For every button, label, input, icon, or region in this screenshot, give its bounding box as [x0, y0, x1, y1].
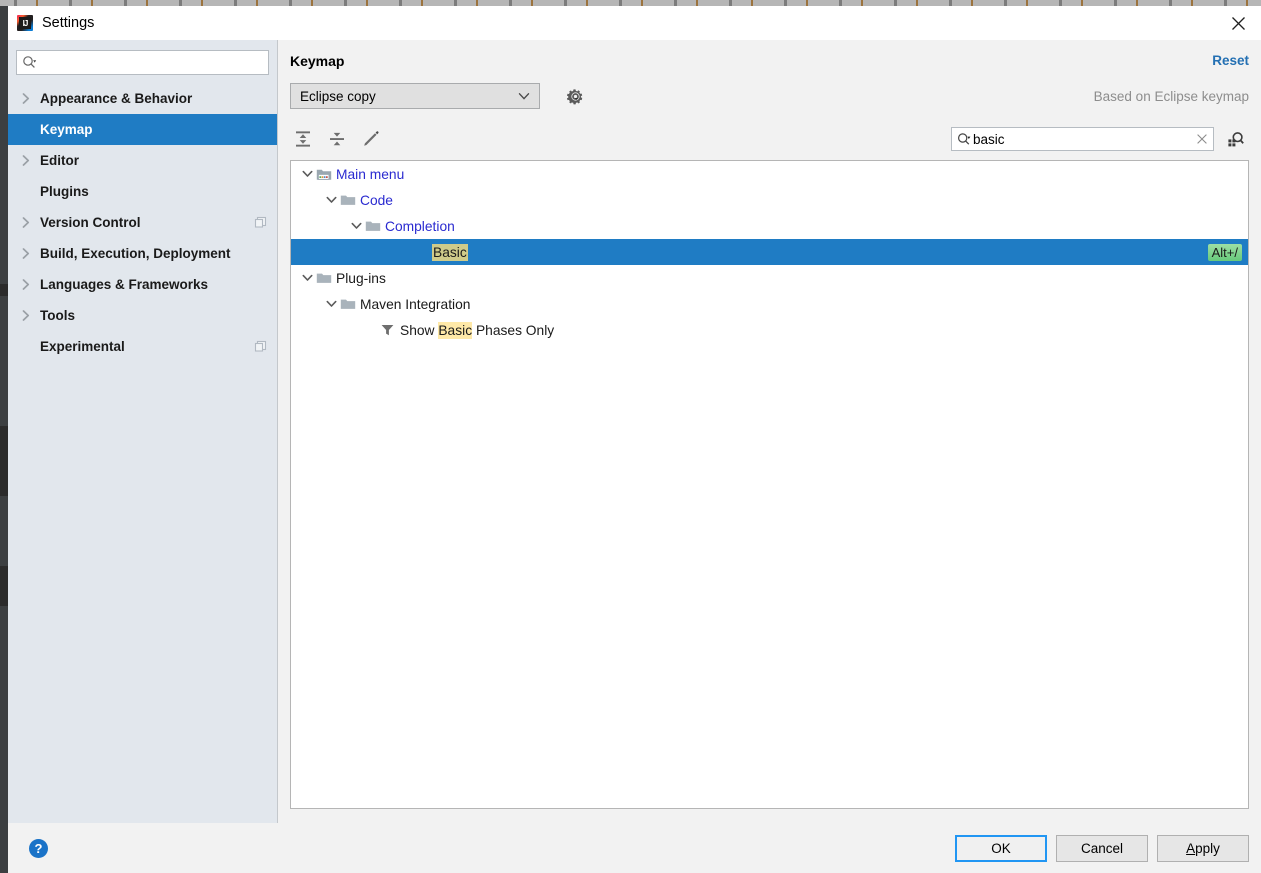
apply-button[interactable]: Apply — [1157, 834, 1249, 862]
dialog-body: Appearance & Behavior Keymap Editor Plug… — [8, 40, 1261, 823]
filter-icon — [379, 323, 396, 337]
chevron-right-icon[interactable] — [20, 93, 33, 104]
sidebar-item-version-control[interactable]: Version Control — [8, 207, 277, 238]
sidebar-search-box[interactable] — [16, 50, 269, 75]
ok-button[interactable]: OK — [955, 834, 1047, 862]
edit-shortcut-pencil-icon[interactable] — [358, 126, 384, 152]
chevron-down-icon — [518, 92, 530, 101]
sidebar-item-tools[interactable]: Tools — [8, 300, 277, 331]
chevron-down-icon[interactable] — [299, 170, 315, 178]
help-icon[interactable]: ? — [29, 838, 48, 858]
keymap-tree-panel[interactable]: Main menu Code Completion Basic Alt+/ Pl… — [290, 160, 1249, 809]
folder-icon — [339, 193, 356, 207]
chevron-down-icon[interactable] — [299, 274, 315, 282]
settings-dialog: IJ Settings Appearance & Behavior Keymap… — [8, 6, 1261, 873]
tree-row[interactable]: Code — [291, 187, 1248, 213]
keymap-toolbar — [290, 118, 1249, 160]
sidebar-item-label: Plugins — [40, 184, 89, 199]
sidebar-list: Appearance & Behavior Keymap Editor Plug… — [8, 83, 277, 823]
keymap-select-value: Eclipse copy — [300, 88, 376, 104]
sidebar-search-wrap — [8, 50, 277, 83]
search-icon — [957, 132, 972, 147]
sidebar-item-languages-frameworks[interactable]: Languages & Frameworks — [8, 269, 277, 300]
based-on-label: Based on Eclipse keymap — [1093, 88, 1249, 104]
reset-link[interactable]: Reset — [1212, 53, 1249, 68]
copy-settings-icon[interactable] — [254, 340, 267, 353]
search-icon — [22, 55, 37, 70]
clear-icon[interactable] — [1194, 131, 1210, 147]
sidebar-item-plugins[interactable]: Plugins — [8, 176, 277, 207]
sidebar-item-label: Editor — [40, 153, 79, 168]
dialog-title: Settings — [42, 15, 95, 31]
sidebar-item-label: Keymap — [40, 122, 93, 137]
tree-row[interactable]: Completion — [291, 213, 1248, 239]
tree-row-selected[interactable]: Basic Alt+/ — [291, 239, 1248, 265]
tree-row[interactable]: Maven Integration — [291, 291, 1248, 317]
chevron-right-icon[interactable] — [20, 155, 33, 166]
folder-icon — [315, 271, 332, 285]
folder-icon — [364, 219, 381, 233]
sidebar-item-label: Build, Execution, Deployment — [40, 246, 231, 261]
tree-row[interactable]: Plug-ins — [291, 265, 1248, 291]
intellij-idea-icon: IJ — [17, 15, 33, 31]
keymap-find-box[interactable] — [951, 127, 1214, 151]
dialog-footer: ? OK Cancel Apply — [8, 823, 1261, 873]
main-header: Keymap Reset — [290, 40, 1249, 74]
keymap-select[interactable]: Eclipse copy — [290, 83, 540, 109]
sidebar-item-appearance-behavior[interactable]: Appearance & Behavior — [8, 83, 277, 114]
chevron-down-icon[interactable] — [323, 300, 339, 308]
tree-row-label: Completion — [385, 218, 455, 234]
chevron-right-icon[interactable] — [20, 217, 33, 228]
sidebar-item-editor[interactable]: Editor — [8, 145, 277, 176]
sidebar-item-label: Experimental — [40, 339, 125, 354]
main-menu-icon — [315, 167, 332, 182]
sidebar-item-build-execution-deployment[interactable]: Build, Execution, Deployment — [8, 238, 277, 269]
settings-sidebar: Appearance & Behavior Keymap Editor Plug… — [8, 40, 278, 823]
chevron-down-icon[interactable] — [348, 222, 364, 230]
tree-row[interactable]: Show Basic Phases Only — [291, 317, 1248, 343]
gear-icon[interactable] — [562, 83, 588, 109]
collapse-all-icon[interactable] — [324, 126, 350, 152]
tree-row-label: Plug-ins — [336, 270, 386, 286]
sidebar-item-experimental[interactable]: Experimental — [8, 331, 277, 362]
page-title: Keymap — [290, 53, 345, 69]
copy-settings-icon[interactable] — [254, 216, 267, 229]
sidebar-search-input[interactable] — [39, 55, 263, 70]
keymap-main-panel: Keymap Reset Eclipse copy Based on Eclip… — [278, 40, 1261, 823]
tree-row-label: Code — [360, 192, 393, 208]
sidebar-item-label: Languages & Frameworks — [40, 277, 209, 292]
dialog-button-group: OK Cancel Apply — [955, 834, 1249, 862]
sidebar-item-label: Version Control — [40, 215, 141, 230]
sidebar-item-keymap[interactable]: Keymap — [8, 114, 277, 145]
sidebar-item-label: Appearance & Behavior — [40, 91, 193, 106]
chevron-down-icon[interactable] — [323, 196, 339, 204]
tree-row-label: Main menu — [336, 166, 405, 182]
background-ide-edge — [0, 6, 8, 873]
cancel-button[interactable]: Cancel — [1056, 834, 1148, 862]
keymap-find-input[interactable] — [973, 131, 1194, 147]
keymap-selector-row: Eclipse copy Based on Eclipse keymap — [290, 74, 1249, 118]
tree-row-label-prefix: Show — [400, 322, 439, 338]
chevron-right-icon[interactable] — [20, 279, 33, 290]
tree-row-label: Maven Integration — [360, 296, 471, 312]
tree-row-label-highlight: Basic — [432, 243, 468, 261]
folder-icon — [339, 297, 356, 311]
sidebar-item-label: Tools — [40, 308, 75, 323]
dialog-titlebar: IJ Settings — [8, 6, 1261, 40]
find-by-shortcut-icon[interactable] — [1223, 126, 1249, 152]
shortcut-badge: Alt+/ — [1207, 243, 1242, 261]
chevron-right-icon[interactable] — [20, 248, 33, 259]
close-icon[interactable] — [1215, 6, 1261, 40]
tree-row[interactable]: Main menu — [291, 161, 1248, 187]
chevron-right-icon[interactable] — [20, 310, 33, 321]
tree-row-label-highlight: Basic — [438, 321, 473, 339]
tree-row-label-suffix: Phases Only — [472, 322, 555, 338]
expand-all-icon[interactable] — [290, 126, 316, 152]
